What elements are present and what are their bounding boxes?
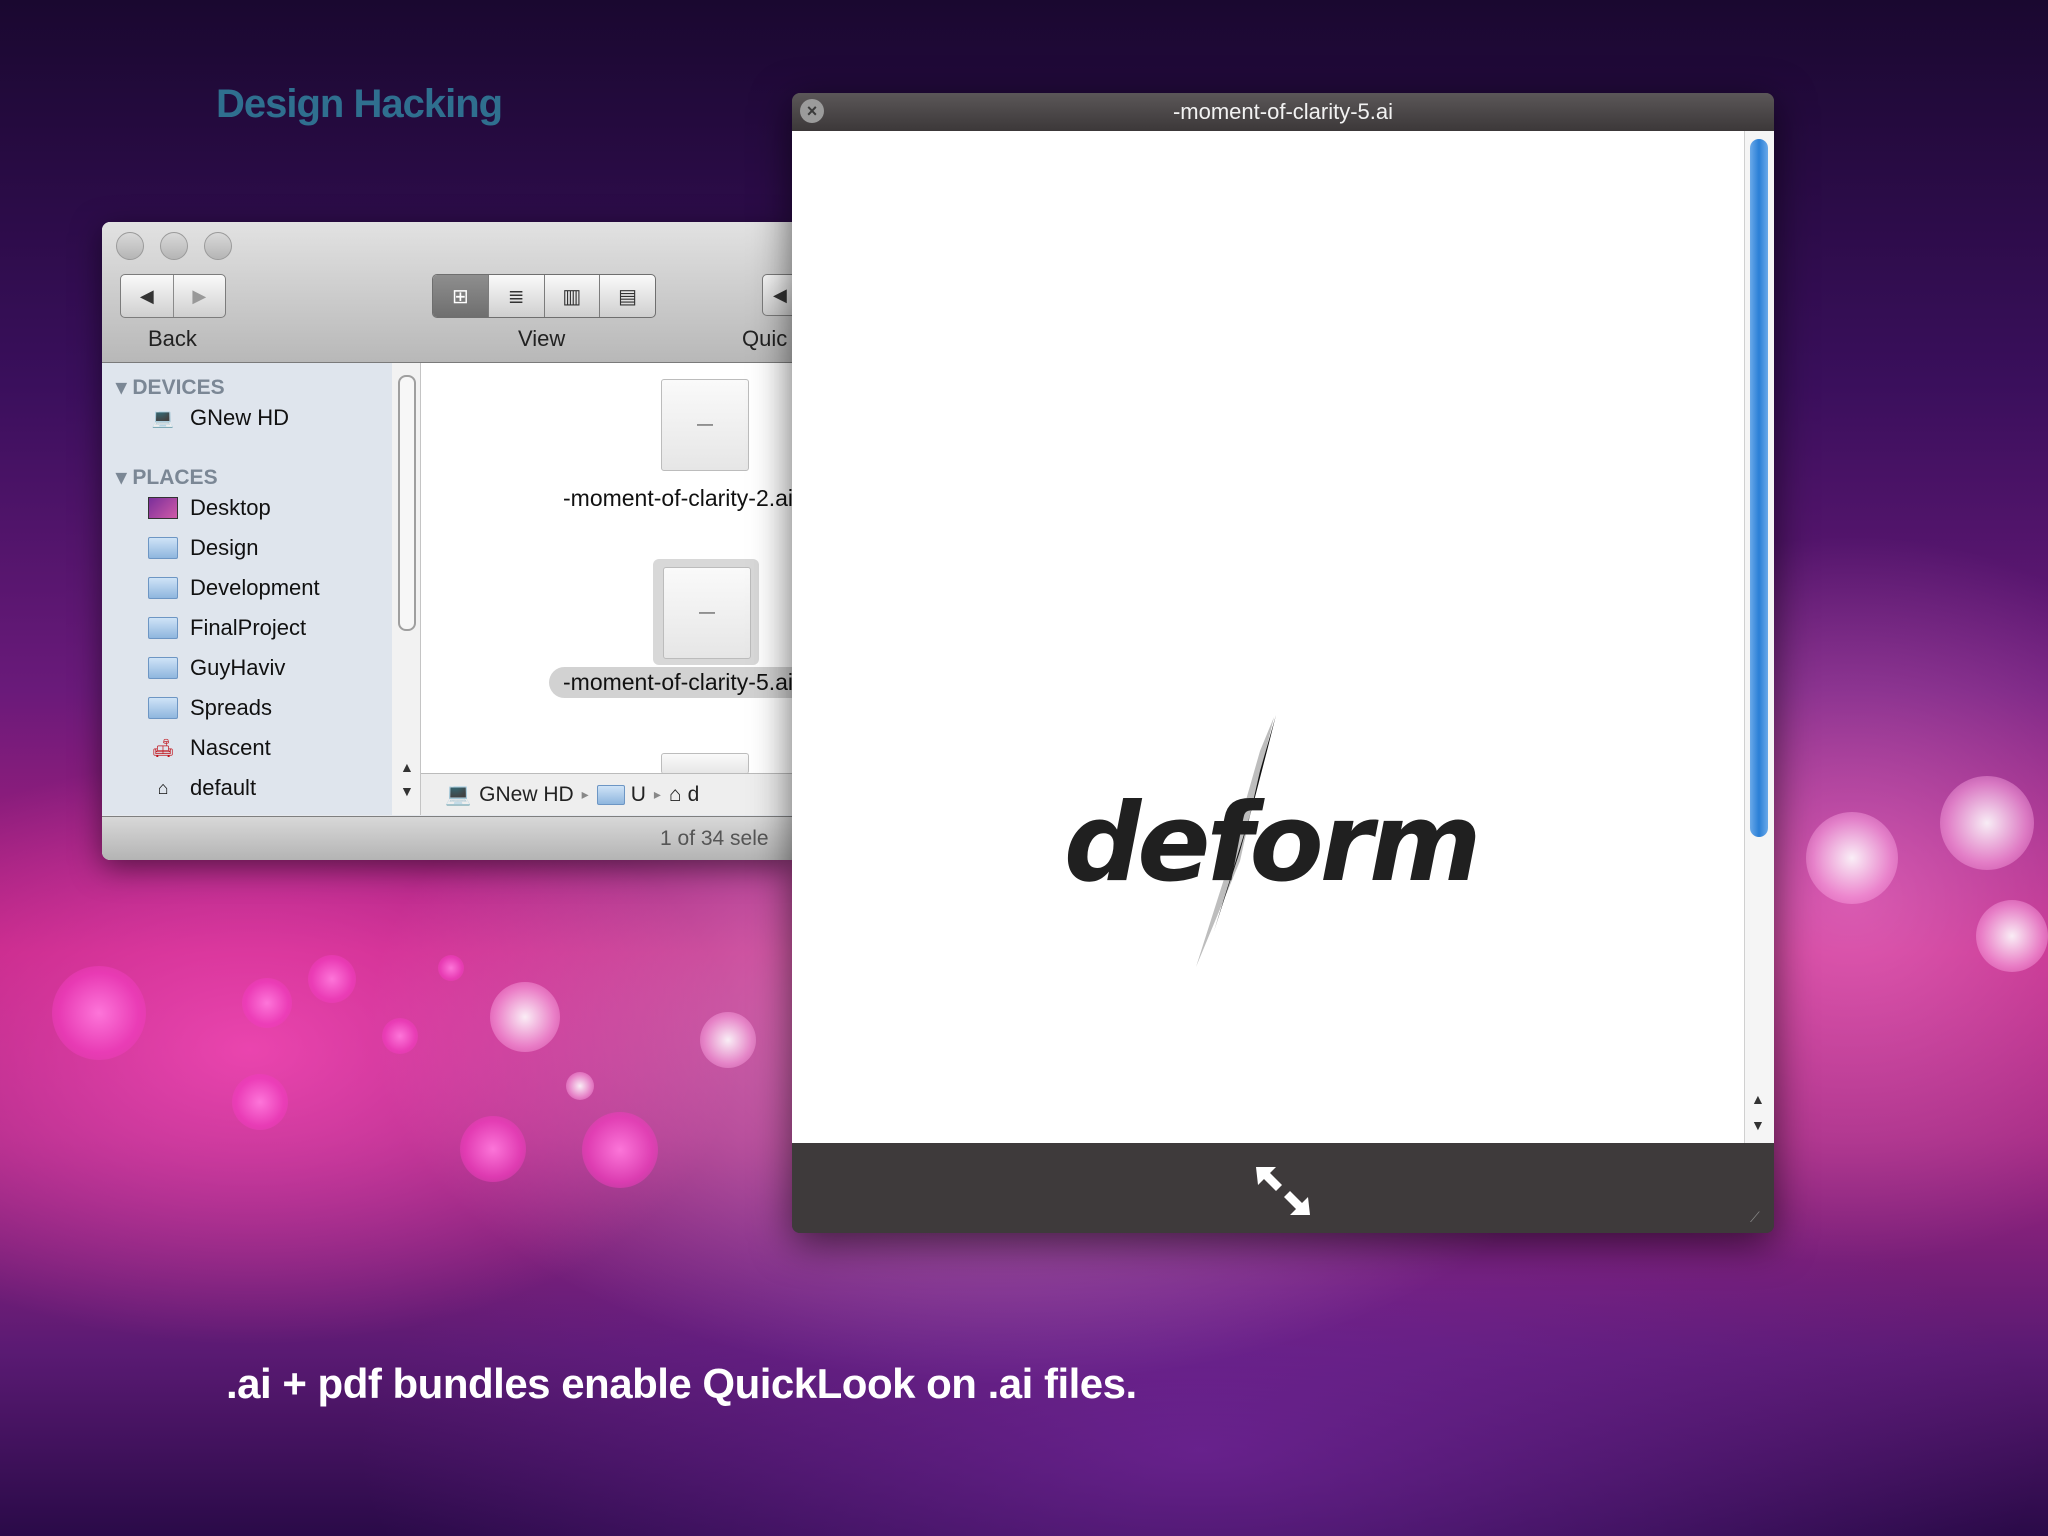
finder-sidebar: ▾ DEVICES 💻 GNew HD ▾ PLACES Desktop Des… (102, 363, 393, 815)
folder-icon (148, 576, 178, 600)
coverflow-view-icon[interactable]: ▤ (599, 275, 655, 317)
minimize-window-button[interactable] (160, 232, 188, 260)
bokeh-light (490, 982, 560, 1052)
ai-file-icon[interactable] (661, 753, 749, 774)
quicklook-title: -moment-of-clarity-5.ai (1172, 99, 1394, 124)
file-name-selected[interactable]: -moment-of-clarity-5.ai (549, 667, 792, 698)
sidebar-header-places[interactable]: ▾ PLACES (116, 465, 218, 490)
bokeh-light (1976, 900, 2048, 972)
list-view-icon[interactable]: ≣ (487, 275, 544, 317)
quicklook-label: Quic (742, 326, 788, 351)
sidebar-item-design[interactable]: Design (148, 533, 258, 563)
bokeh-light (382, 1018, 418, 1054)
folder-icon (148, 536, 178, 560)
folder-icon (148, 616, 178, 640)
ai-file-icon[interactable]: — (661, 379, 749, 471)
bokeh-light (308, 955, 356, 1003)
slide-title: Design Hacking (216, 82, 503, 126)
zoom-window-button[interactable] (204, 232, 232, 260)
bokeh-light (52, 966, 146, 1060)
folder-icon (148, 656, 178, 680)
desktop-icon (148, 496, 178, 520)
home-icon: ⌂ (157, 777, 169, 798)
view-mode-control: ⊞ ≣ ▥ ▤ (432, 274, 656, 318)
document-preview: deform (792, 131, 1744, 1143)
icon-view-icon[interactable]: ⊞ (433, 275, 488, 317)
path-disk[interactable]: GNew HD (479, 783, 574, 807)
file-name[interactable]: -moment-of-clarity-2.ai (563, 485, 792, 512)
bokeh-light (566, 1072, 594, 1100)
close-window-button[interactable] (116, 232, 144, 260)
sidebar-item-spreads[interactable]: Spreads (148, 693, 272, 723)
logo-text: deform (1064, 781, 1482, 906)
sidebar-header-devices[interactable]: ▾ DEVICES (116, 375, 225, 400)
laptop-icon: 💻 (445, 782, 472, 806)
bokeh-light (438, 955, 464, 981)
quicklook-controls: ⟋ (792, 1143, 1774, 1233)
selection-status: 1 of 34 sele (660, 827, 769, 850)
sidebar-item-finalproject[interactable]: FinalProject (148, 613, 306, 643)
preview-scrollbar[interactable]: ▲ ▼ (1744, 131, 1774, 1143)
scrollbar-thumb[interactable] (1750, 139, 1768, 837)
finder-toolbar: ◀ ▶ Back ⊞ ≣ ▥ ▤ View ◀ Quic (102, 222, 792, 363)
sofa-icon: 🛋 (151, 737, 175, 758)
sidebar-item-nascent[interactable]: 🛋 Nascent (148, 733, 271, 763)
forward-arrow-icon[interactable]: ▶ (172, 275, 226, 317)
quicklook-button[interactable]: ◀ (762, 274, 792, 316)
sidebar-item-guyhaviv[interactable]: GuyHaviv (148, 653, 285, 683)
back-forward-control: ◀ ▶ (120, 274, 226, 318)
path-bar: 💻 GNew HD ▸ U ▸ ⌂ d (421, 773, 792, 815)
quicklook-titlebar[interactable]: × -moment-of-clarity-5.ai (792, 93, 1774, 131)
path-separator-icon: ▸ (581, 786, 589, 802)
path-folder[interactable]: U (631, 783, 646, 807)
slide-caption: .ai + pdf bundles enable QuickLook on .a… (226, 1360, 1137, 1407)
bokeh-light (232, 1074, 288, 1130)
sidebar-item-default[interactable]: ⌂ default (148, 773, 257, 803)
deform-logo: deform (1064, 711, 1484, 971)
bokeh-light (1806, 812, 1898, 904)
sidebar-item-gnew-hd[interactable]: 💻 GNew HD (148, 403, 289, 433)
scroll-down-arrow-icon[interactable]: ▼ (400, 783, 414, 799)
path-separator-icon: ▸ (653, 786, 661, 802)
bokeh-light (460, 1116, 526, 1182)
finder-window: ◀ ▶ Back ⊞ ≣ ▥ ▤ View ◀ Quic ▾ DEVICES 💻… (102, 222, 792, 860)
back-label: Back (148, 326, 197, 351)
column-view-icon[interactable]: ▥ (543, 275, 600, 317)
view-label: View (518, 326, 566, 351)
scroll-up-arrow-icon[interactable]: ▲ (400, 759, 414, 775)
back-arrow-icon[interactable]: ◀ (121, 275, 173, 317)
file-browser: — -moment-of-clarity-2.ai — -moment-of-c… (421, 363, 792, 774)
path-home[interactable]: d (688, 783, 700, 807)
sidebar-item-desktop[interactable]: Desktop (148, 493, 271, 523)
resize-grip-icon[interactable]: ⟋ (1750, 1209, 1768, 1227)
ai-file-icon[interactable]: — (663, 567, 751, 659)
bokeh-light (242, 978, 292, 1028)
bokeh-light (582, 1112, 658, 1188)
folder-icon (148, 696, 178, 720)
laptop-icon: 💻 (151, 407, 175, 428)
quicklook-window: × -moment-of-clarity-5.ai deform ▲ ▼ ⟋ (792, 93, 1774, 1233)
fullscreen-expand-icon[interactable] (1252, 1163, 1314, 1219)
folder-icon (596, 783, 625, 807)
bokeh-light (700, 1012, 756, 1068)
scrollbar-thumb[interactable] (398, 375, 416, 631)
sidebar-item-development[interactable]: Development (148, 573, 320, 603)
sidebar-scrollbar[interactable]: ▲ ▼ (392, 363, 421, 815)
scroll-up-arrow-icon[interactable]: ▲ (1751, 1091, 1765, 1107)
home-icon: ⌂ (668, 782, 682, 806)
status-bar: 1 of 34 sele (102, 816, 792, 860)
bokeh-light (1940, 776, 2034, 870)
scroll-down-arrow-icon[interactable]: ▼ (1751, 1117, 1765, 1133)
